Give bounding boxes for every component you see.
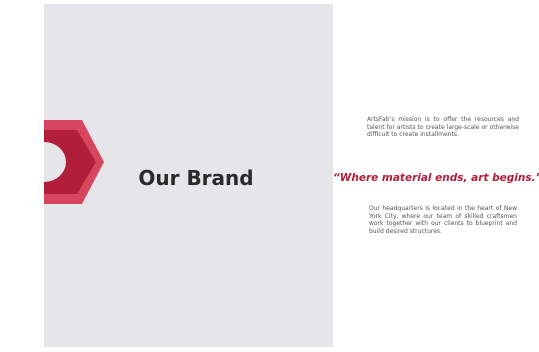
- brand-quote: “Where material ends, art begins.”: [333, 172, 539, 184]
- headquarters-text: Our headquarters is located in the heart…: [369, 205, 517, 235]
- slide: Our Brand ArtsFab’s mission is to offer …: [44, 4, 539, 347]
- left-panel: Our Brand: [44, 4, 333, 347]
- mission-text: ArtsFab’s mission is to offer the resour…: [367, 116, 519, 139]
- hexagon-arrow-logo-icon: [44, 120, 104, 204]
- page-title: Our Brand: [138, 166, 254, 190]
